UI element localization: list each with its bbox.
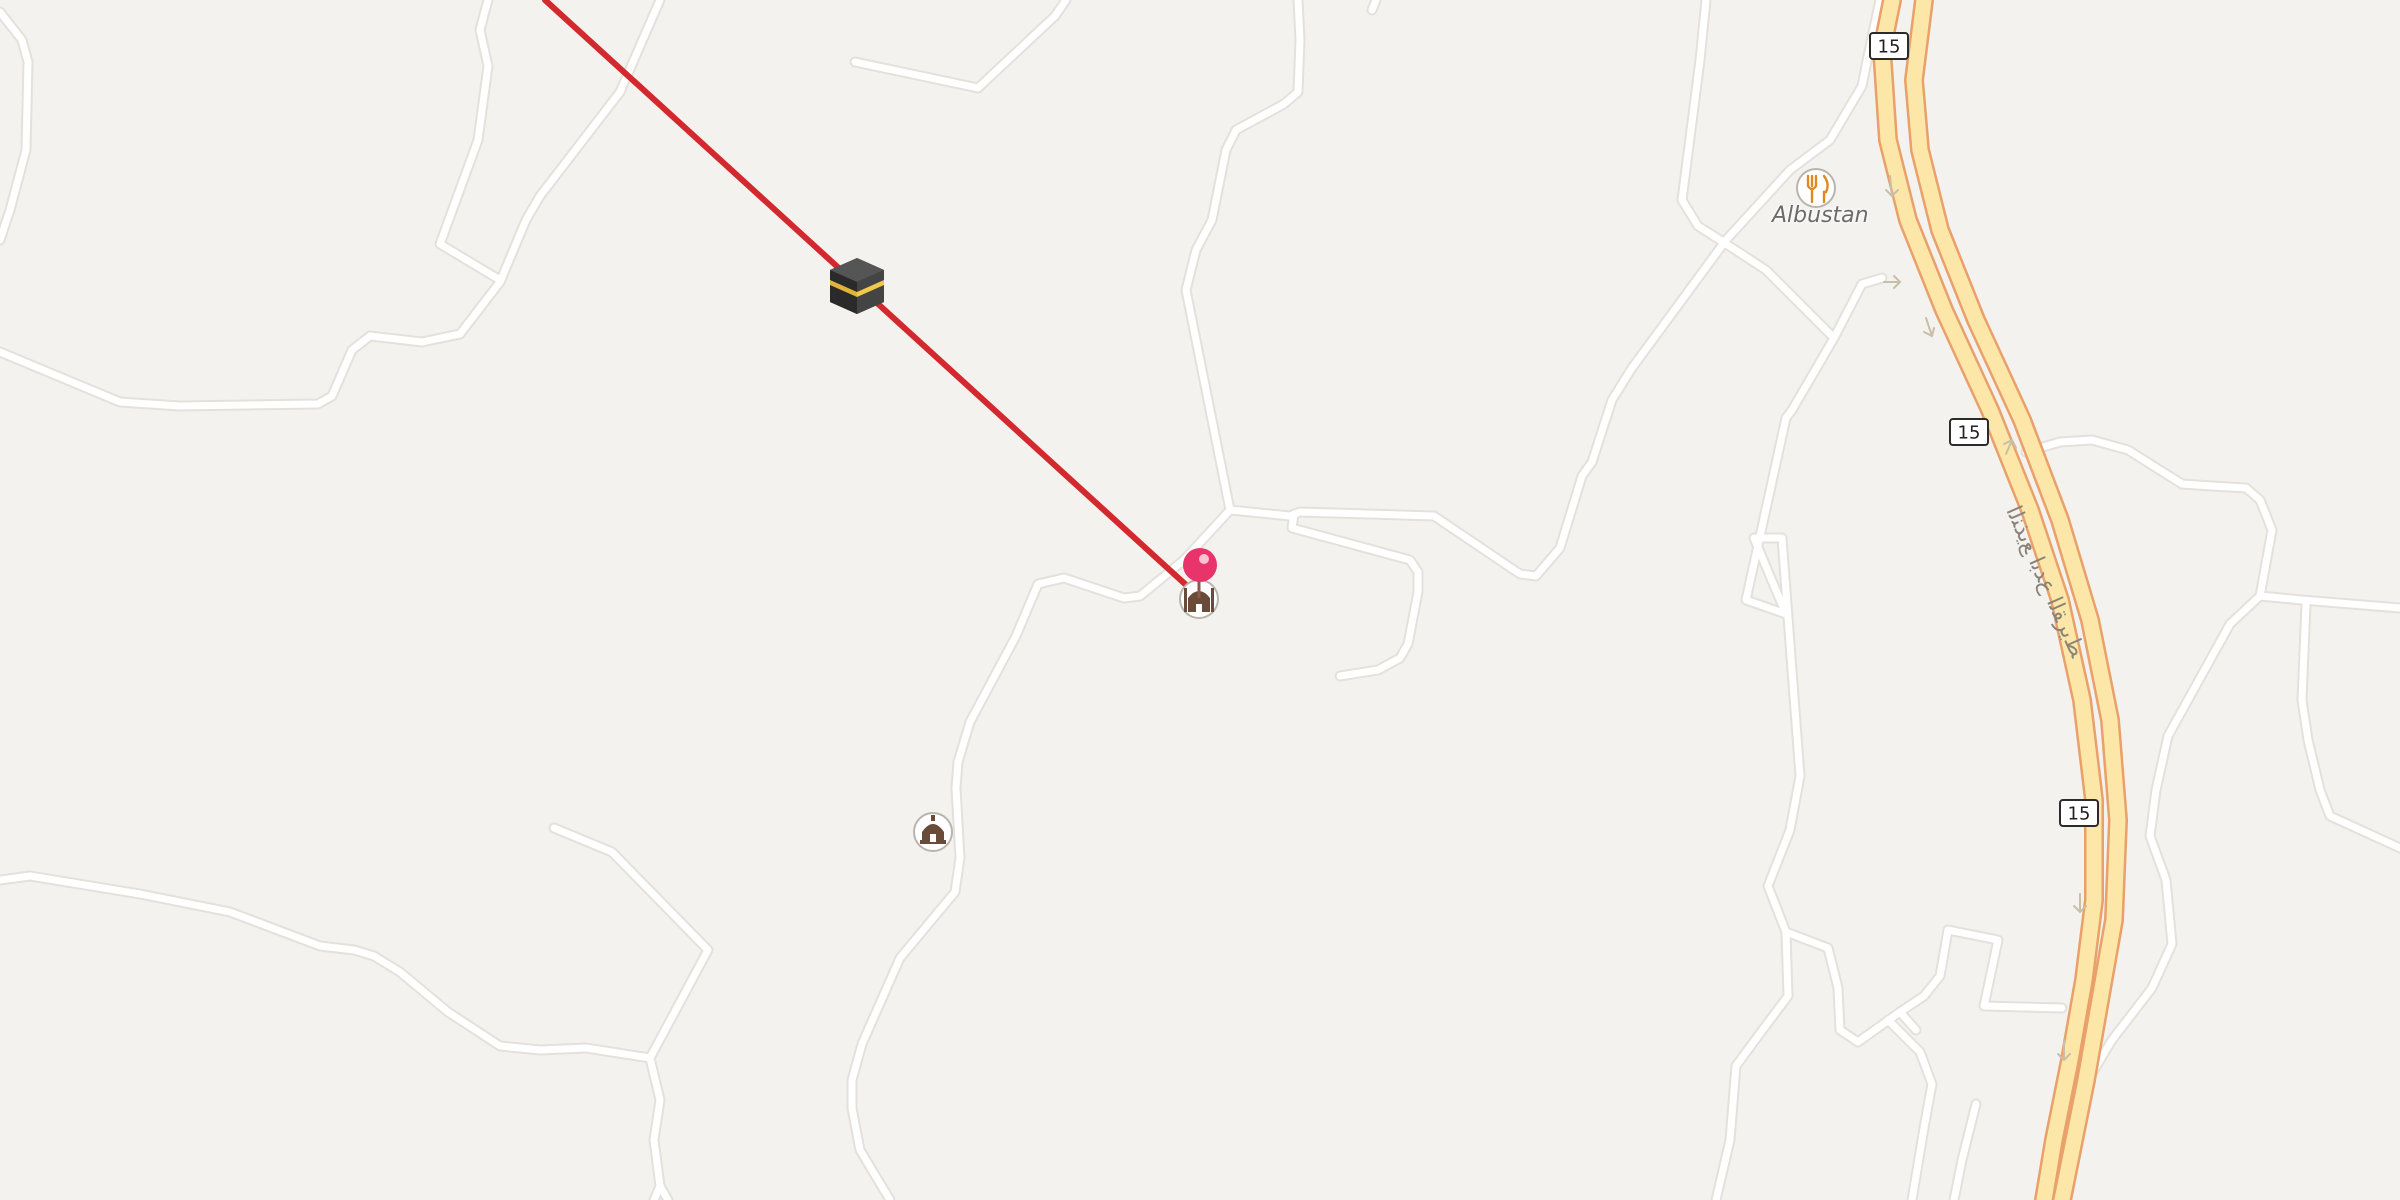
svg-text:15: 15 xyxy=(1878,37,1901,58)
map-canvas[interactable]: 15 15 15 ﻂﻳﺮﻘﻟﺍ ﻉﺪﺑﺍ ﻊﻳﺬﻨﻟﺍ Albustan xyxy=(0,0,2400,1200)
mosque-icon-south[interactable] xyxy=(913,812,953,852)
highway-shield-mid: 15 xyxy=(1949,418,1989,446)
map-layer: 15 15 15 ﻂﻳﺮﻘﻟﺍ ﻉﺪﺑﺍ ﻊﻳﺬﻨﻟﺍ xyxy=(0,0,2400,1200)
restaurant-icon[interactable] xyxy=(1796,168,1836,208)
svg-text:15: 15 xyxy=(2068,804,2091,825)
highway-shield-low: 15 xyxy=(2059,799,2099,827)
highway-shield-top: 15 xyxy=(1869,32,1909,60)
place-label-albustan[interactable]: Albustan xyxy=(1772,203,1869,228)
highway-15 xyxy=(1872,0,2128,1200)
svg-text:15: 15 xyxy=(1958,423,1981,444)
